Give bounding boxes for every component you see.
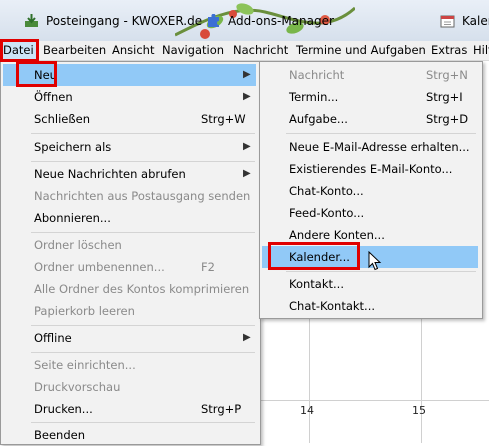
menu-item-existing-email-account[interactable]: Existierendes E-Mail-Konto... xyxy=(262,158,478,180)
menu-ansicht[interactable]: Ansicht xyxy=(112,41,154,60)
new-submenu: Nachricht Strg+N Termin... Strg+I Aufgab… xyxy=(259,61,483,319)
calendar-gridline xyxy=(258,400,489,401)
inbox-download-icon xyxy=(25,14,38,27)
chevron-right-icon: ▶ xyxy=(243,69,251,80)
menu-item-new-aufgabe[interactable]: Aufgabe... Strg+D xyxy=(262,108,478,130)
chevron-right-icon: ▶ xyxy=(243,91,251,102)
menu-separator xyxy=(31,352,255,353)
menu-item-ordner-komprimieren[interactable]: Alle Ordner des Kontos komprimieren xyxy=(3,278,256,300)
menu-item-new-nachricht[interactable]: Nachricht Strg+N xyxy=(262,64,478,86)
menu-item-ordner-umbenennen[interactable]: Ordner umbenennen... F2 xyxy=(3,256,256,278)
annotation-box-kalender xyxy=(268,242,360,270)
menu-item-new-termin[interactable]: Termin... Strg+I xyxy=(262,86,478,108)
menu-item-druckvorschau[interactable]: Druckvorschau xyxy=(3,376,256,398)
menu-item-offline[interactable]: Offline ▶ xyxy=(3,327,256,349)
menu-item-schliessen[interactable]: Schließen Strg+W xyxy=(3,108,256,130)
menu-separator xyxy=(286,271,476,272)
menu-hilfe[interactable]: Hilfe xyxy=(473,41,489,60)
annotation-box-neu xyxy=(16,61,57,87)
menu-extras[interactable]: Extras xyxy=(431,41,467,60)
menu-item-new-kontakt[interactable]: Kontakt... xyxy=(262,273,478,295)
menu-item-postausgang-senden[interactable]: Nachrichten aus Postausgang senden xyxy=(3,185,256,207)
menu-item-feed-account[interactable]: Feed-Konto... xyxy=(262,202,478,224)
menu-item-seite-einrichten[interactable]: Seite einrichten... xyxy=(3,354,256,376)
menu-separator xyxy=(31,232,255,233)
menu-separator xyxy=(31,161,255,162)
menu-item-new-chat-kontakt[interactable]: Chat-Kontakt... xyxy=(262,295,478,317)
menu-item-new-email-address[interactable]: Neue E-Mail-Adresse erhalten... xyxy=(262,136,478,158)
tab-strip: Posteingang - KWOXER.de Add-ons-Manager … xyxy=(0,0,489,41)
mouse-cursor-icon xyxy=(368,251,382,271)
menu-bar: Datei Bearbeiten Ansicht Navigation Nach… xyxy=(0,40,489,61)
menu-termine-und-aufgaben[interactable]: Termine und Aufgaben xyxy=(296,41,426,60)
menu-separator xyxy=(31,422,255,423)
file-menu: Neu ▶ Öffnen ▶ Schließen Strg+W Speicher… xyxy=(0,61,261,445)
menu-separator xyxy=(31,325,255,326)
chevron-right-icon: ▶ xyxy=(243,332,251,343)
calendar-day-number: 14 xyxy=(300,404,314,417)
menu-item-speichern-als[interactable]: Speichern als ▶ xyxy=(3,136,256,158)
annotation-box-datei xyxy=(0,39,39,62)
chevron-right-icon: ▶ xyxy=(243,141,251,152)
tab-calendar[interactable]: Kaler xyxy=(440,10,489,32)
menu-item-chat-account[interactable]: Chat-Konto... xyxy=(262,180,478,202)
menu-item-abonnieren[interactable]: Abonnieren... xyxy=(3,207,256,229)
menu-item-drucken[interactable]: Drucken... Strg+P xyxy=(3,398,256,420)
calendar-icon xyxy=(440,15,455,28)
menu-item-ordner-loeschen[interactable]: Ordner löschen xyxy=(3,234,256,256)
menu-separator xyxy=(31,133,255,134)
menu-navigation[interactable]: Navigation xyxy=(162,41,224,60)
chevron-right-icon: ▶ xyxy=(243,168,251,179)
menu-item-papierkorb-leeren[interactable]: Papierkorb leeren xyxy=(3,300,256,322)
menu-bearbeiten[interactable]: Bearbeiten xyxy=(43,41,106,60)
menu-separator xyxy=(286,133,476,134)
menu-item-neue-nachrichten-abrufen[interactable]: Neue Nachrichten abrufen ▶ xyxy=(3,163,256,185)
menu-nachricht[interactable]: Nachricht xyxy=(233,41,288,60)
puzzle-piece-icon xyxy=(208,14,219,27)
tab-label: Kaler xyxy=(462,14,489,28)
tab-label: Add-ons-Manager xyxy=(228,14,334,28)
calendar-day-number: 15 xyxy=(412,404,426,417)
tab-label: Posteingang - KWOXER.de xyxy=(46,14,203,28)
menu-item-oeffnen[interactable]: Öffnen ▶ xyxy=(3,86,256,108)
